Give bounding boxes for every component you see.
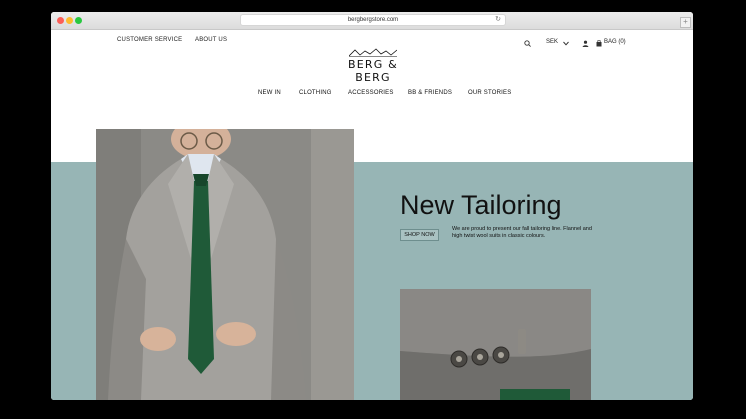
- chevron-down-icon[interactable]: [563, 41, 569, 46]
- minimize-window-button[interactable]: [66, 17, 73, 24]
- address-bar[interactable]: bergbergstore.com ↻: [241, 15, 505, 25]
- new-tab-button[interactable]: +: [680, 17, 691, 28]
- user-icon[interactable]: [582, 40, 589, 47]
- mountain-logo-icon: [349, 48, 397, 57]
- url-text: bergbergstore.com: [347, 17, 399, 23]
- menu-item-accessories[interactable]: ACCESSORIES: [348, 90, 394, 96]
- browser-titlebar: bergbergstore.com ↻ +: [51, 12, 693, 30]
- hero-description: We are proud to present our fall tailori…: [452, 226, 592, 239]
- search-icon[interactable]: [524, 40, 531, 47]
- shop-now-button[interactable]: SHOP NOW: [400, 229, 439, 241]
- man-in-grey-suit-image: [96, 129, 354, 400]
- bag-icon[interactable]: [596, 40, 602, 47]
- brand-name: BERG & BERG: [348, 58, 398, 84]
- hero-image[interactable]: [96, 129, 354, 400]
- menu-item-our-stories[interactable]: OUR STORIES: [468, 90, 511, 96]
- menu-item-new-in[interactable]: NEW IN: [258, 90, 281, 96]
- reload-icon[interactable]: ↻: [495, 15, 501, 25]
- currency-selector[interactable]: SEK: [546, 39, 558, 45]
- bag-link[interactable]: BAG (0): [604, 39, 626, 45]
- currency-label: SEK: [546, 39, 559, 45]
- customer-service-link[interactable]: CUSTOMER SERVICE: [117, 37, 182, 43]
- close-window-button[interactable]: [57, 17, 64, 24]
- browser-window: bergbergstore.com ↻ + CUSTOMER SERVICE A…: [51, 12, 693, 400]
- menu-item-bb-friends[interactable]: BB & FRIENDS: [408, 90, 452, 96]
- sleeve-buttons-image: [400, 289, 591, 400]
- jacket-sleeve-detail-image[interactable]: [400, 289, 591, 400]
- brand-logo[interactable]: BERG & BERG: [328, 48, 418, 84]
- maximize-window-button[interactable]: [75, 17, 82, 24]
- about-us-link[interactable]: ABOUT US: [195, 37, 227, 43]
- hero-headline: New Tailoring: [400, 190, 562, 220]
- menu-item-clothing[interactable]: CLOTHING: [299, 90, 332, 96]
